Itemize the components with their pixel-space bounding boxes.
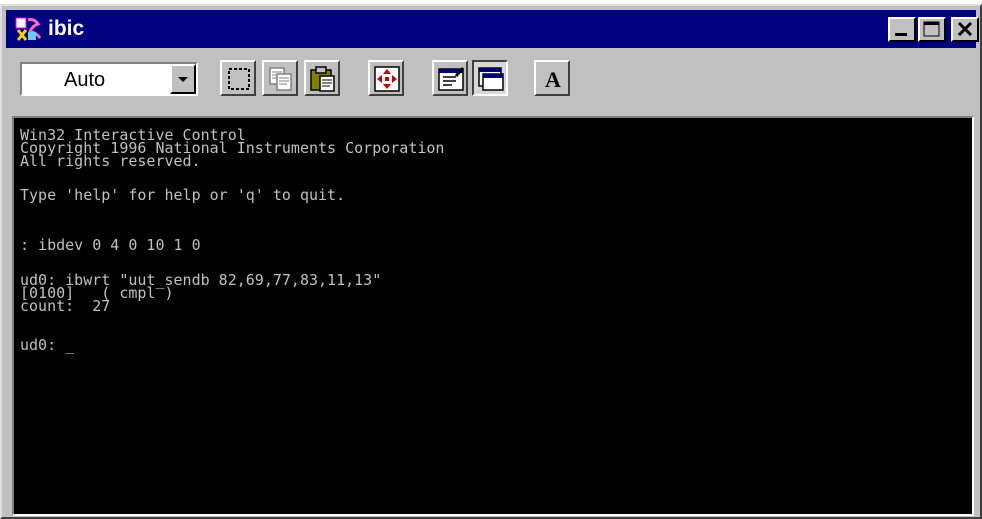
- dropdown-button[interactable]: [170, 64, 196, 94]
- ibic-window: ibic Auto A Win32 Interactive Control Co…: [0, 4, 982, 519]
- console-line: : ibdev 0 4 0 10 1 0: [20, 236, 201, 254]
- select-button[interactable]: [220, 60, 256, 96]
- title-bar[interactable]: ibic: [6, 10, 979, 48]
- console-line: All rights reserved.: [20, 152, 201, 170]
- svg-text:A: A: [545, 67, 561, 92]
- close-icon: [957, 21, 973, 37]
- minimize-icon: [895, 33, 907, 36]
- mode-select[interactable]: Auto: [20, 62, 198, 96]
- console-line: Type 'help' for help or 'q' to quit.: [20, 186, 346, 204]
- console-prompt[interactable]: ud0: _: [20, 338, 74, 353]
- app-icon: [15, 17, 42, 41]
- mode-select-value: Auto: [64, 69, 106, 91]
- minimize-button[interactable]: [888, 17, 916, 42]
- close-button[interactable]: [951, 17, 979, 42]
- toolbar: Auto A: [6, 52, 976, 114]
- font-icon: A: [545, 67, 561, 92]
- move-icon: [374, 66, 400, 92]
- select-icon: [228, 68, 250, 90]
- properties-button[interactable]: [432, 60, 468, 96]
- paste-icon: [310, 66, 335, 92]
- maximize-button[interactable]: [918, 17, 946, 42]
- properties-icon: [438, 67, 465, 91]
- window-icon: [478, 67, 504, 91]
- maximize-icon: [923, 21, 940, 37]
- paste-button[interactable]: [304, 60, 340, 96]
- window-title: ibic: [48, 17, 85, 40]
- window-button[interactable]: [472, 60, 508, 96]
- copy-icon: [269, 67, 292, 91]
- chevron-down-icon: [178, 77, 188, 82]
- move-button[interactable]: [368, 60, 404, 96]
- console-line: count: 27: [20, 297, 111, 315]
- console-output[interactable]: Win32 Interactive Control Copyright 1996…: [12, 116, 974, 516]
- copy-button[interactable]: [262, 60, 298, 96]
- font-button[interactable]: A: [534, 60, 570, 96]
